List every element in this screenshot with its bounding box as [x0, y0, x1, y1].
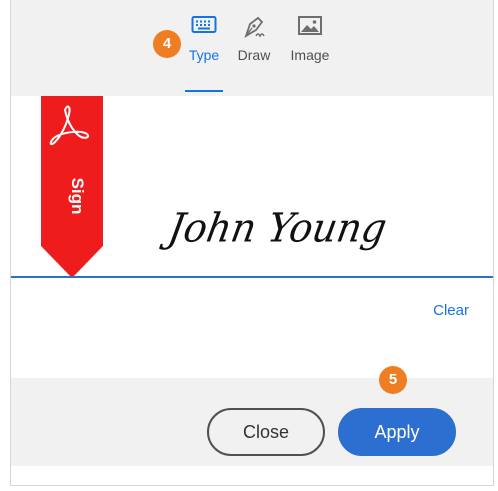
tab-type[interactable]: Type: [177, 14, 231, 63]
pen-icon: [227, 14, 281, 44]
active-tab-indicator: [185, 90, 223, 92]
step-badge-5: 5: [379, 366, 407, 394]
tab-image[interactable]: Image: [283, 14, 337, 63]
sign-ribbon: Sign: [41, 96, 103, 278]
sign-ribbon-label: Sign: [68, 178, 87, 215]
signature-dialog: 4 Type Draw Image Sign John Young Clear …: [10, 0, 494, 486]
clear-link[interactable]: Clear: [433, 302, 469, 319]
tab-type-label: Type: [188, 47, 220, 63]
keyboard-icon: [177, 14, 231, 44]
signature-preview: John Young: [164, 204, 391, 252]
close-button[interactable]: Close: [207, 408, 325, 456]
signature-mode-tabs: 4 Type Draw Image: [11, 0, 493, 96]
apply-button[interactable]: Apply: [338, 408, 456, 456]
image-icon: [283, 14, 337, 44]
signature-baseline: [11, 276, 493, 278]
tab-image-label: Image: [290, 47, 330, 63]
signature-area[interactable]: Sign John Young Clear: [11, 96, 493, 378]
tab-draw[interactable]: Draw: [227, 14, 281, 63]
tab-draw-label: Draw: [237, 47, 271, 63]
